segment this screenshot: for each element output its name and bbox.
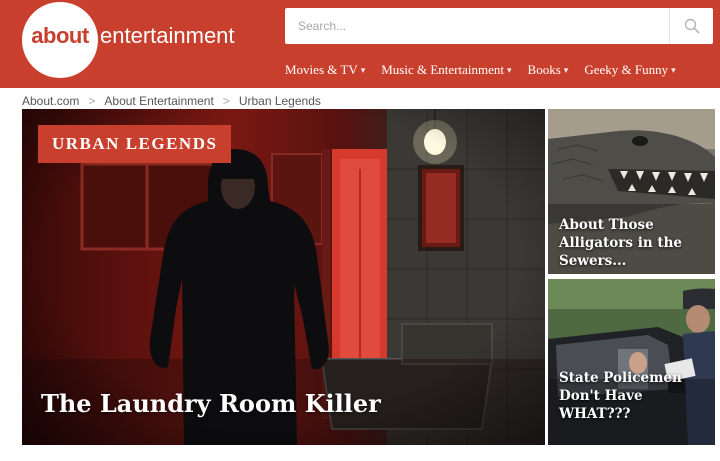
nav-item-label: Books bbox=[527, 62, 561, 77]
card-title[interactable]: About Those Alligators in the Sewers... bbox=[559, 216, 709, 270]
breadcrumb: About.com > About Entertainment > Urban … bbox=[22, 94, 321, 108]
logo-entertainment-text[interactable]: entertainment bbox=[100, 23, 235, 49]
main-nav: Movies & TV ▾ Music & Entertainment ▾ Book… bbox=[285, 62, 676, 78]
nav-item-movies-tv[interactable]: Movies & TV ▾ bbox=[285, 62, 365, 78]
search-box bbox=[285, 8, 713, 44]
breadcrumb-separator: > bbox=[88, 94, 96, 108]
nav-item-label: Movies & TV bbox=[285, 62, 358, 77]
nav-item-label: Geeky & Funny bbox=[584, 62, 669, 77]
chevron-down-icon: ▾ bbox=[507, 64, 512, 75]
search-input[interactable] bbox=[285, 8, 669, 44]
hero-title[interactable]: The Laundry Room Killer bbox=[41, 389, 381, 418]
chevron-down-icon: ▾ bbox=[563, 64, 569, 75]
chevron-down-icon: ▾ bbox=[360, 64, 366, 75]
breadcrumb-item-entertainment[interactable]: About Entertainment bbox=[104, 94, 213, 108]
chevron-down-icon: ▾ bbox=[671, 64, 676, 75]
nav-item-music-entertainment[interactable]: Music & Entertainment ▾ bbox=[381, 62, 511, 78]
card-title[interactable]: State Policemen Don't Have WHAT??? bbox=[559, 369, 709, 423]
logo-about-text[interactable]: about bbox=[22, 23, 98, 49]
nav-item-geeky-funny[interactable]: Geeky & Funny ▾ bbox=[584, 62, 675, 78]
hero-category-tag[interactable]: URBAN LEGENDS bbox=[38, 125, 232, 163]
nav-item-label: Music & Entertainment bbox=[381, 62, 505, 77]
article-card-state-policemen[interactable]: State Policemen Don't Have WHAT??? bbox=[548, 279, 715, 445]
search-button[interactable] bbox=[670, 8, 713, 44]
hero-article[interactable]: URBAN LEGENDS The Laundry Room Killer bbox=[22, 109, 545, 445]
breadcrumb-separator: > bbox=[222, 94, 230, 108]
nav-item-books[interactable]: Books ▾ bbox=[528, 62, 569, 78]
site-header: about entertainment Movies & TV▾ Music &… bbox=[0, 0, 720, 88]
breadcrumb-item-home[interactable]: About.com bbox=[22, 94, 79, 108]
article-card-alligators[interactable]: About Those Alligators in the Sewers... bbox=[548, 109, 715, 274]
breadcrumb-item-urban-legends[interactable]: Urban Legends bbox=[239, 94, 321, 108]
search-icon bbox=[684, 18, 699, 34]
